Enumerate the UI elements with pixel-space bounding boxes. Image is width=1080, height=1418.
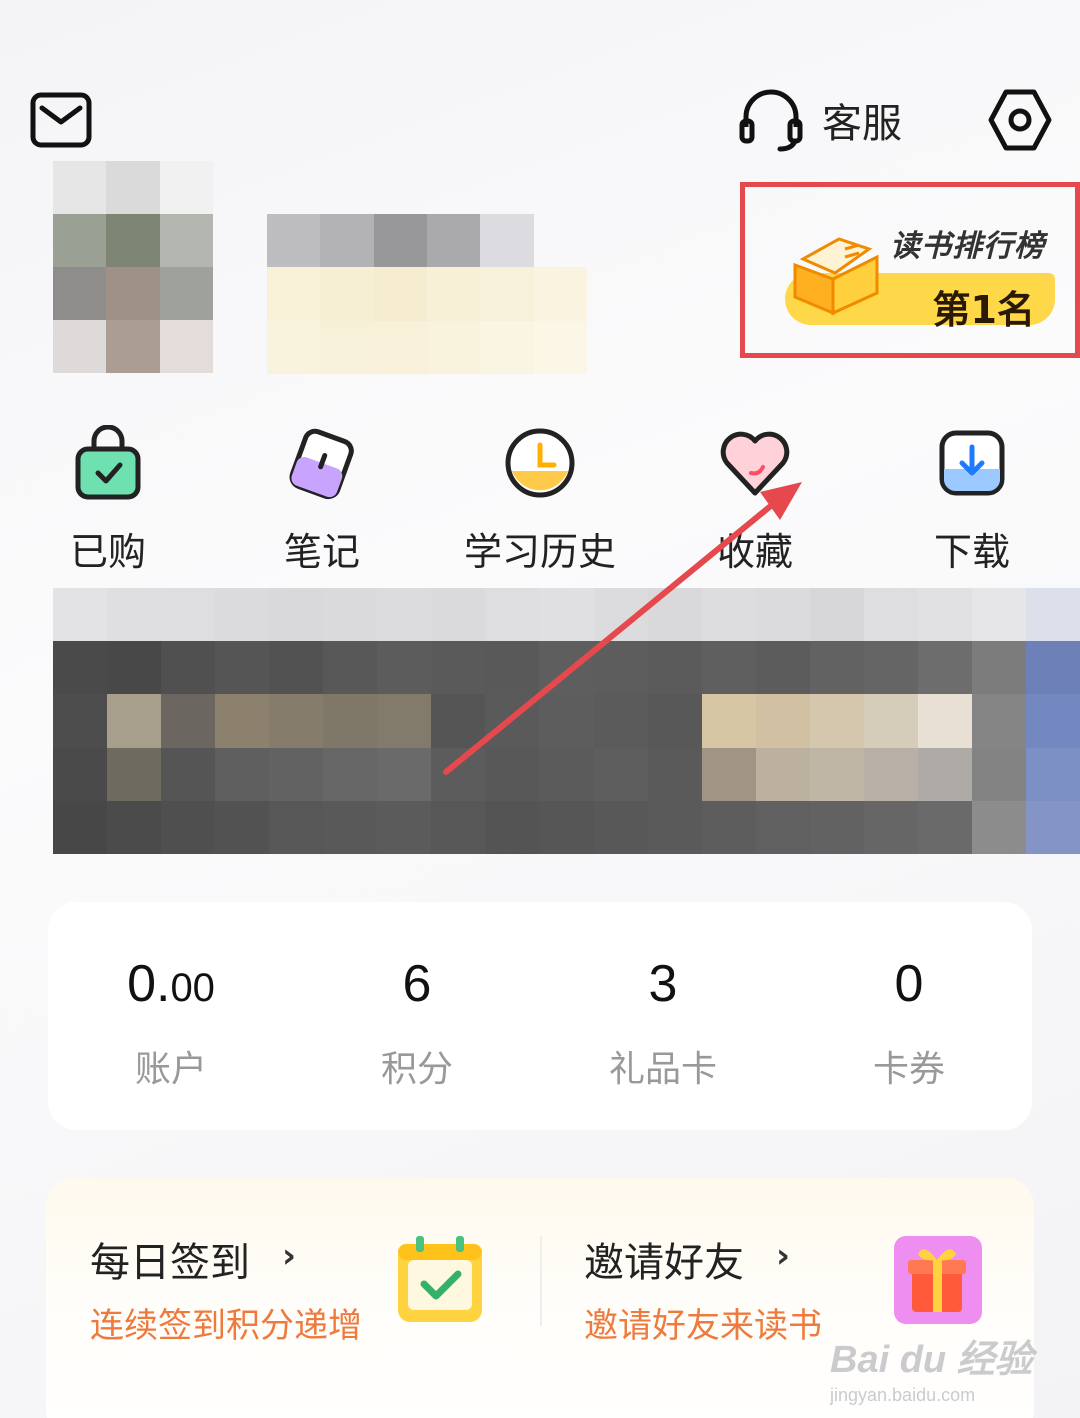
action-download[interactable]: 下载 bbox=[872, 425, 1072, 576]
open-book-icon bbox=[793, 237, 879, 316]
chevron-right-icon: › bbox=[776, 1236, 791, 1276]
shopping-bag-icon bbox=[75, 425, 141, 500]
rank-title: 读书排行榜 bbox=[890, 229, 1045, 264]
stat-account[interactable]: 0.00 账户 bbox=[48, 902, 294, 1130]
action-label: 笔记 bbox=[283, 530, 360, 574]
stat-value: 6 bbox=[402, 955, 432, 1013]
chevron-right-icon: › bbox=[282, 1236, 297, 1276]
action-label: 学习历史 bbox=[463, 530, 616, 574]
watermark-url: jingyan.baidu.com bbox=[830, 1385, 976, 1405]
promo-banner[interactable] bbox=[53, 588, 1080, 854]
stat-label: 积分 bbox=[380, 1049, 453, 1090]
stat-points[interactable]: 6 积分 bbox=[294, 902, 540, 1130]
rank-value: 第1名 bbox=[932, 288, 1035, 332]
action-label: 已购 bbox=[69, 530, 146, 574]
download-icon bbox=[939, 430, 1005, 496]
daily-checkin[interactable]: 每日签到 › 连续签到积分递增 bbox=[46, 1178, 540, 1358]
action-label: 下载 bbox=[933, 530, 1010, 574]
customer-service-label: 客服 bbox=[822, 101, 902, 147]
stat-value: 3 bbox=[648, 955, 678, 1013]
stat-gift-cards[interactable]: 3 礼品卡 bbox=[540, 902, 786, 1130]
gift-icon bbox=[894, 1236, 982, 1324]
action-label: 收藏 bbox=[716, 530, 793, 574]
customer-service-button[interactable]: 客服 bbox=[738, 84, 902, 156]
promo-title: 每日签到 bbox=[90, 1240, 250, 1286]
hex-settings-icon[interactable] bbox=[986, 86, 1054, 154]
headset-icon bbox=[739, 89, 803, 152]
mail-icon[interactable] bbox=[30, 92, 92, 148]
clock-icon bbox=[505, 428, 575, 498]
avatar[interactable] bbox=[53, 161, 213, 373]
promo-subtitle: 连续签到积分递增 bbox=[90, 1306, 362, 1346]
reading-rank-badge[interactable]: 读书排行榜 第1名 bbox=[740, 182, 1080, 358]
stat-label: 卡券 bbox=[872, 1049, 945, 1090]
promo-subtitle: 邀请好友来读书 bbox=[584, 1306, 822, 1346]
note-icon bbox=[289, 428, 354, 500]
heart-icon bbox=[720, 431, 790, 496]
stat-label: 账户 bbox=[134, 1049, 207, 1090]
action-history[interactable]: 学习历史 bbox=[440, 425, 640, 576]
stat-value: 0 bbox=[894, 955, 924, 1013]
baidu-jingyan-watermark: Bai du 经验 jingyan.baidu.com bbox=[830, 1328, 1033, 1406]
stat-value: 0.00 bbox=[127, 955, 215, 1013]
quick-actions: 已购 笔记 学习历史 收藏 下载 bbox=[0, 425, 1080, 575]
stat-coupons[interactable]: 0 卡券 bbox=[786, 902, 1032, 1130]
stats-card: 0.00 账户 6 积分 3 礼品卡 0 卡券 bbox=[48, 902, 1032, 1130]
action-favorites[interactable]: 收藏 bbox=[655, 425, 855, 576]
username bbox=[267, 214, 587, 374]
action-purchased[interactable]: 已购 bbox=[8, 425, 208, 576]
calendar-check-icon bbox=[398, 1236, 482, 1322]
promo-title: 邀请好友 bbox=[584, 1240, 744, 1286]
stat-label: 礼品卡 bbox=[608, 1049, 717, 1090]
action-notes[interactable]: 笔记 bbox=[222, 425, 422, 576]
watermark-logo: Bai du 经验 bbox=[830, 1339, 1033, 1381]
